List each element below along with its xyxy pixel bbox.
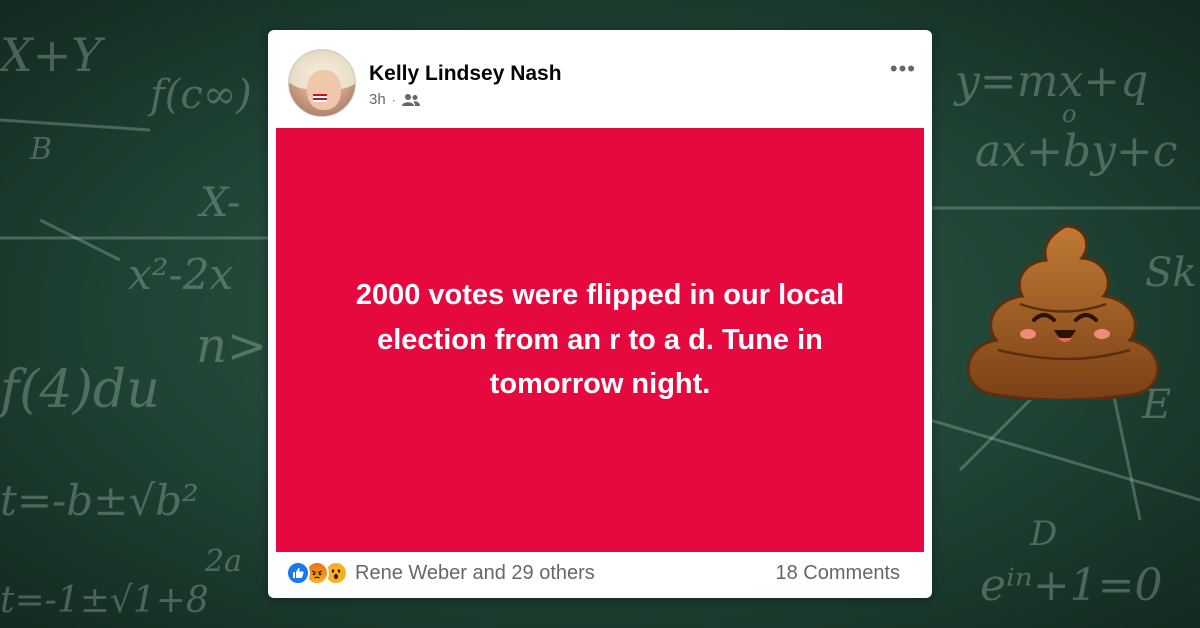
more-options-button[interactable]: ••• — [890, 56, 916, 82]
chalk-formula: 2a — [205, 544, 242, 579]
post-text: 2000 votes were flipped in our local ele… — [355, 278, 845, 401]
facebook-post: Kelly Lindsey Nash 3h · ••• 2000 votes w… — [268, 30, 932, 598]
chalk-formula: f(c∞) — [150, 72, 252, 118]
flag-pin-icon — [313, 94, 327, 102]
post-time[interactable]: 3h — [369, 91, 386, 108]
comments-count[interactable]: 18 Comments — [776, 561, 901, 585]
author-name[interactable]: Kelly Lindsey Nash — [369, 62, 562, 86]
chalk-formula: f(4)du — [0, 360, 160, 420]
chalk-formula: n> — [196, 318, 268, 374]
reactions-summary[interactable]: Rene Weber and 29 others — [355, 562, 595, 585]
chalk-formula: y=mx+q — [955, 56, 1149, 107]
meta-separator: · — [391, 92, 396, 107]
chalk-formula: x²-2x — [128, 250, 234, 299]
chalk-formula: D — [1030, 514, 1058, 554]
reactions-bar[interactable]: Rene Weber and 29 others — [286, 561, 595, 585]
post-meta: 3h · — [369, 91, 420, 108]
poop-emoji-icon — [966, 224, 1160, 400]
chalk-formula: t=-b±√b² — [0, 476, 199, 525]
author-avatar[interactable] — [288, 49, 356, 117]
post-text-background: 2000 votes were flipped in our local ele… — [276, 128, 924, 552]
chalk-formula: B — [30, 132, 53, 167]
chalk-formula: eⁱⁿ+1=0 — [980, 560, 1163, 611]
like-icon — [286, 561, 310, 585]
chalk-formula: X+Y — [0, 28, 102, 82]
chalk-formula: o — [1062, 100, 1077, 128]
chalk-formula: X- — [200, 180, 241, 226]
friends-icon — [401, 93, 420, 106]
chalk-formula: t=-1±√1+8 — [0, 580, 209, 621]
chalk-formula: ax+by+c — [975, 126, 1178, 177]
